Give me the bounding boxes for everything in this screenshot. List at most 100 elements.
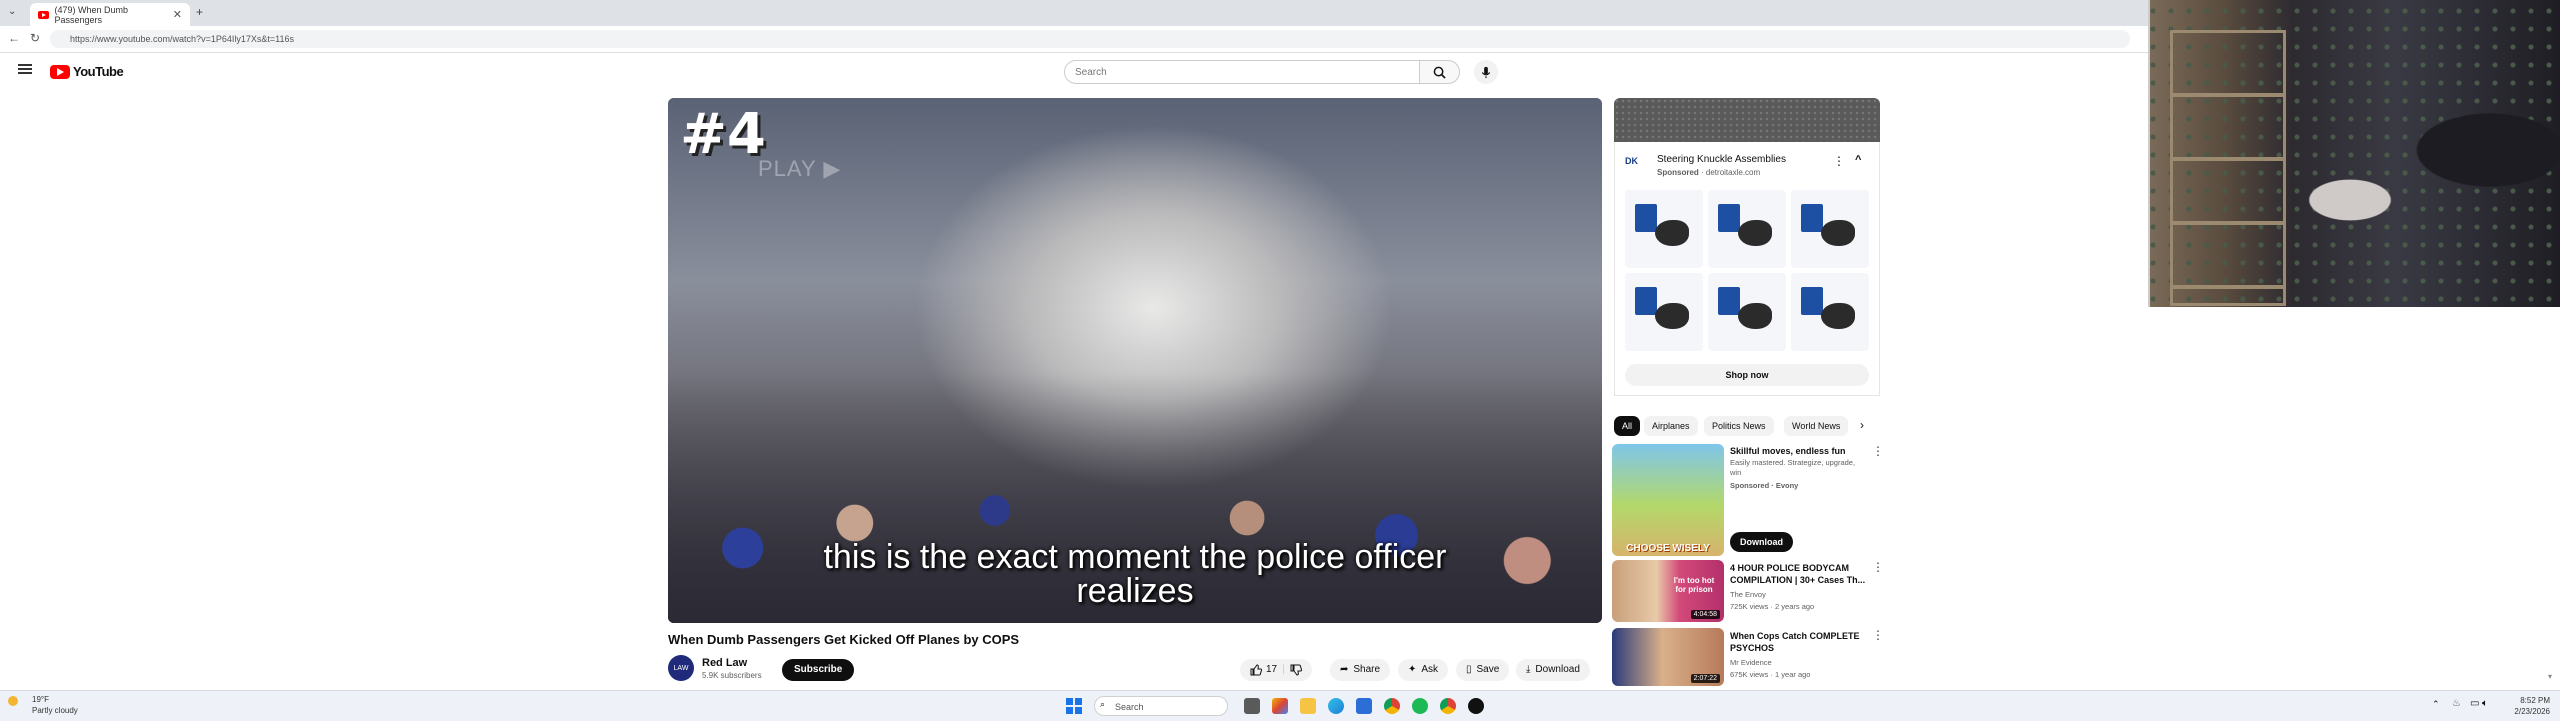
chip-world-news[interactable]: World News: [1784, 416, 1849, 436]
recommendation-title[interactable]: Skillful moves, endless fun: [1730, 445, 1876, 457]
store-icon[interactable]: [1356, 698, 1372, 714]
sparkle-icon: ✦: [1408, 664, 1417, 675]
chip-airplanes[interactable]: Airplanes: [1644, 416, 1698, 436]
network-icon[interactable]: ▭: [2470, 698, 2479, 709]
file-explorer-icon[interactable]: [1300, 698, 1316, 714]
weather-widget[interactable]: 19°F Partly cloudy: [8, 694, 78, 716]
taskbar-clock[interactable]: 8:52 PM 2/23/2026: [2494, 695, 2550, 717]
spotify-icon[interactable]: [1412, 698, 1428, 714]
ad-sponsor-line: Sponsored · detroitaxle.com: [1657, 168, 1760, 177]
share-button[interactable]: ➦ Share: [1330, 659, 1391, 681]
recommendation-description: Easily mastered. Strategize, upgrade,: [1730, 458, 1856, 467]
recommendation-thumbnail[interactable]: I'm too hot for prison 4:04:58: [1612, 560, 1724, 622]
recommendation-channel: The Envoy: [1730, 590, 1766, 599]
video-player[interactable]: #4 PLAY ▶ this is the exact moment the p…: [668, 98, 1602, 623]
youtube-logo[interactable]: YouTube: [50, 64, 124, 79]
download-arrow-icon: ⤓: [1526, 664, 1531, 675]
ad-banner-image[interactable]: [1614, 98, 1880, 142]
channel-name[interactable]: Red Law: [702, 657, 747, 669]
task-view-icon[interactable]: [1244, 698, 1260, 714]
recommendation-channel: Mr Evidence: [1730, 658, 1772, 667]
advertiser-logo: DK: [1625, 156, 1638, 166]
ad-more-options-icon[interactable]: ⋮: [1833, 154, 1845, 168]
dislike-button[interactable]: [1290, 664, 1302, 676]
ad-product-image[interactable]: [1791, 273, 1869, 351]
recommendation-thumbnail[interactable]: 2:07:22: [1612, 628, 1724, 686]
clock-time: 8:52 PM: [2520, 696, 2550, 705]
address-bar-row: ← ↻ https://www.youtube.com/watch?v=1P64…: [0, 26, 2148, 53]
ad-product-image[interactable]: [1791, 190, 1869, 268]
chrome-browser-icon[interactable]: [1384, 698, 1400, 714]
browser-tab-strip: ⌄ (479) When Dumb Passengers ✕ +: [0, 0, 2148, 26]
like-dislike-pill: 17 |: [1240, 659, 1312, 681]
close-tab-icon[interactable]: ✕: [173, 8, 182, 21]
ad-title[interactable]: Steering Knuckle Assemblies: [1657, 154, 1786, 165]
edge-browser-icon[interactable]: [1328, 698, 1344, 714]
back-arrow-icon[interactable]: ←: [8, 31, 20, 45]
ad-collapse-chevron-icon[interactable]: ^: [1855, 154, 1861, 166]
shop-now-button[interactable]: Shop now: [1625, 364, 1869, 386]
ad-product-image[interactable]: [1625, 190, 1703, 268]
search-icon: [1433, 66, 1446, 79]
more-options-icon[interactable]: ⋮: [1872, 560, 1884, 574]
tray-chevron-icon[interactable]: ⌃: [2432, 699, 2440, 710]
channel-avatar[interactable]: LAW: [668, 655, 694, 681]
more-options-icon[interactable]: ⋮: [1872, 444, 1884, 458]
widgets-icon[interactable]: [1272, 698, 1288, 714]
video-overlay-play-watermark: PLAY ▶: [758, 156, 842, 181]
ad-product-image[interactable]: [1625, 273, 1703, 351]
download-button[interactable]: ⤓ Download: [1516, 659, 1590, 681]
recommendation-thumbnail[interactable]: CHOOSE WISELY: [1612, 444, 1724, 556]
tray-app-icon[interactable]: ♨: [2452, 698, 2461, 709]
download-label: Download: [1535, 664, 1580, 675]
save-button[interactable]: ▯ Save: [1456, 659, 1510, 681]
video-title: When Dumb Passengers Get Kicked Off Plan…: [668, 632, 1020, 647]
chip-politics-news[interactable]: Politics News: [1704, 416, 1774, 436]
ask-button[interactable]: ✦ Ask: [1398, 659, 1449, 681]
share-label: Share: [1353, 664, 1381, 675]
search-button[interactable]: [1420, 60, 1460, 84]
youtube-favicon-icon: [38, 10, 50, 19]
recommendation-title[interactable]: When Cops Catch COMPLETE PSYCHOS: [1730, 630, 1876, 654]
menu-hamburger-icon[interactable]: [18, 64, 32, 74]
channel-subscriber-count: 5.9K subscribers: [702, 671, 762, 680]
bookmark-icon: ▯: [1466, 664, 1472, 675]
chip-all[interactable]: All: [1614, 416, 1641, 436]
share-arrow-icon: ➦: [1340, 664, 1349, 675]
ask-label: Ask: [1421, 664, 1439, 675]
taskbar-search-icon: ⌕: [1100, 699, 1106, 709]
like-button[interactable]: 17: [1250, 659, 1277, 681]
weather-temp: 19°F: [32, 695, 49, 704]
caption-line-1: this is the exact moment the police offi…: [823, 538, 1447, 576]
subscribe-button[interactable]: Subscribe: [782, 659, 855, 681]
new-tab-button[interactable]: +: [196, 5, 203, 19]
reload-icon[interactable]: ↻: [30, 31, 40, 45]
tab-list-chevron-icon[interactable]: ⌄: [8, 6, 16, 17]
voice-search-button[interactable]: [1474, 60, 1498, 84]
weather-sun-icon: [8, 696, 18, 706]
volume-icon[interactable]: 🔈︎: [2482, 698, 2488, 709]
scroll-down-arrow-icon[interactable]: ▾: [2548, 672, 2552, 681]
recommendation-description-cont: win: [1730, 468, 1742, 477]
more-options-icon[interactable]: ⋮: [1872, 628, 1884, 642]
clock-date: 2/23/2026: [2514, 707, 2550, 716]
ad-product-image[interactable]: [1708, 190, 1786, 268]
ad-sponsored-label: Sponsored: [1657, 168, 1699, 177]
like-divider: |: [1282, 664, 1285, 675]
recommendation-title[interactable]: 4 HOUR POLICE BODYCAM COMPILATION | 30+ …: [1730, 562, 1876, 586]
ad-domain: · detroitaxle.com: [1701, 168, 1761, 177]
chrome-browser-icon-2[interactable]: [1440, 698, 1456, 714]
browser-tab-youtube[interactable]: (479) When Dumb Passengers ✕: [30, 3, 190, 26]
obs-icon[interactable]: [1468, 698, 1484, 714]
chips-next-chevron-icon[interactable]: ›: [1860, 418, 1864, 432]
thumbnail-overlay-text: I'm too hot for prison: [1673, 576, 1715, 594]
ad-product-image[interactable]: [1708, 273, 1786, 351]
start-windows-icon[interactable]: [1066, 698, 1082, 714]
recommendation-sponsor: Sponsored · Evony: [1730, 481, 1799, 490]
ad-product-grid: [1625, 190, 1869, 351]
search-input[interactable]: Search: [1064, 60, 1420, 84]
ad-card: DK Steering Knuckle Assemblies Sponsored…: [1614, 142, 1880, 396]
url-input[interactable]: https://www.youtube.com/watch?v=1P64Ily1…: [50, 30, 2130, 48]
taskbar-search-input[interactable]: Search: [1094, 696, 1228, 716]
ad-download-button[interactable]: Download: [1730, 532, 1793, 552]
